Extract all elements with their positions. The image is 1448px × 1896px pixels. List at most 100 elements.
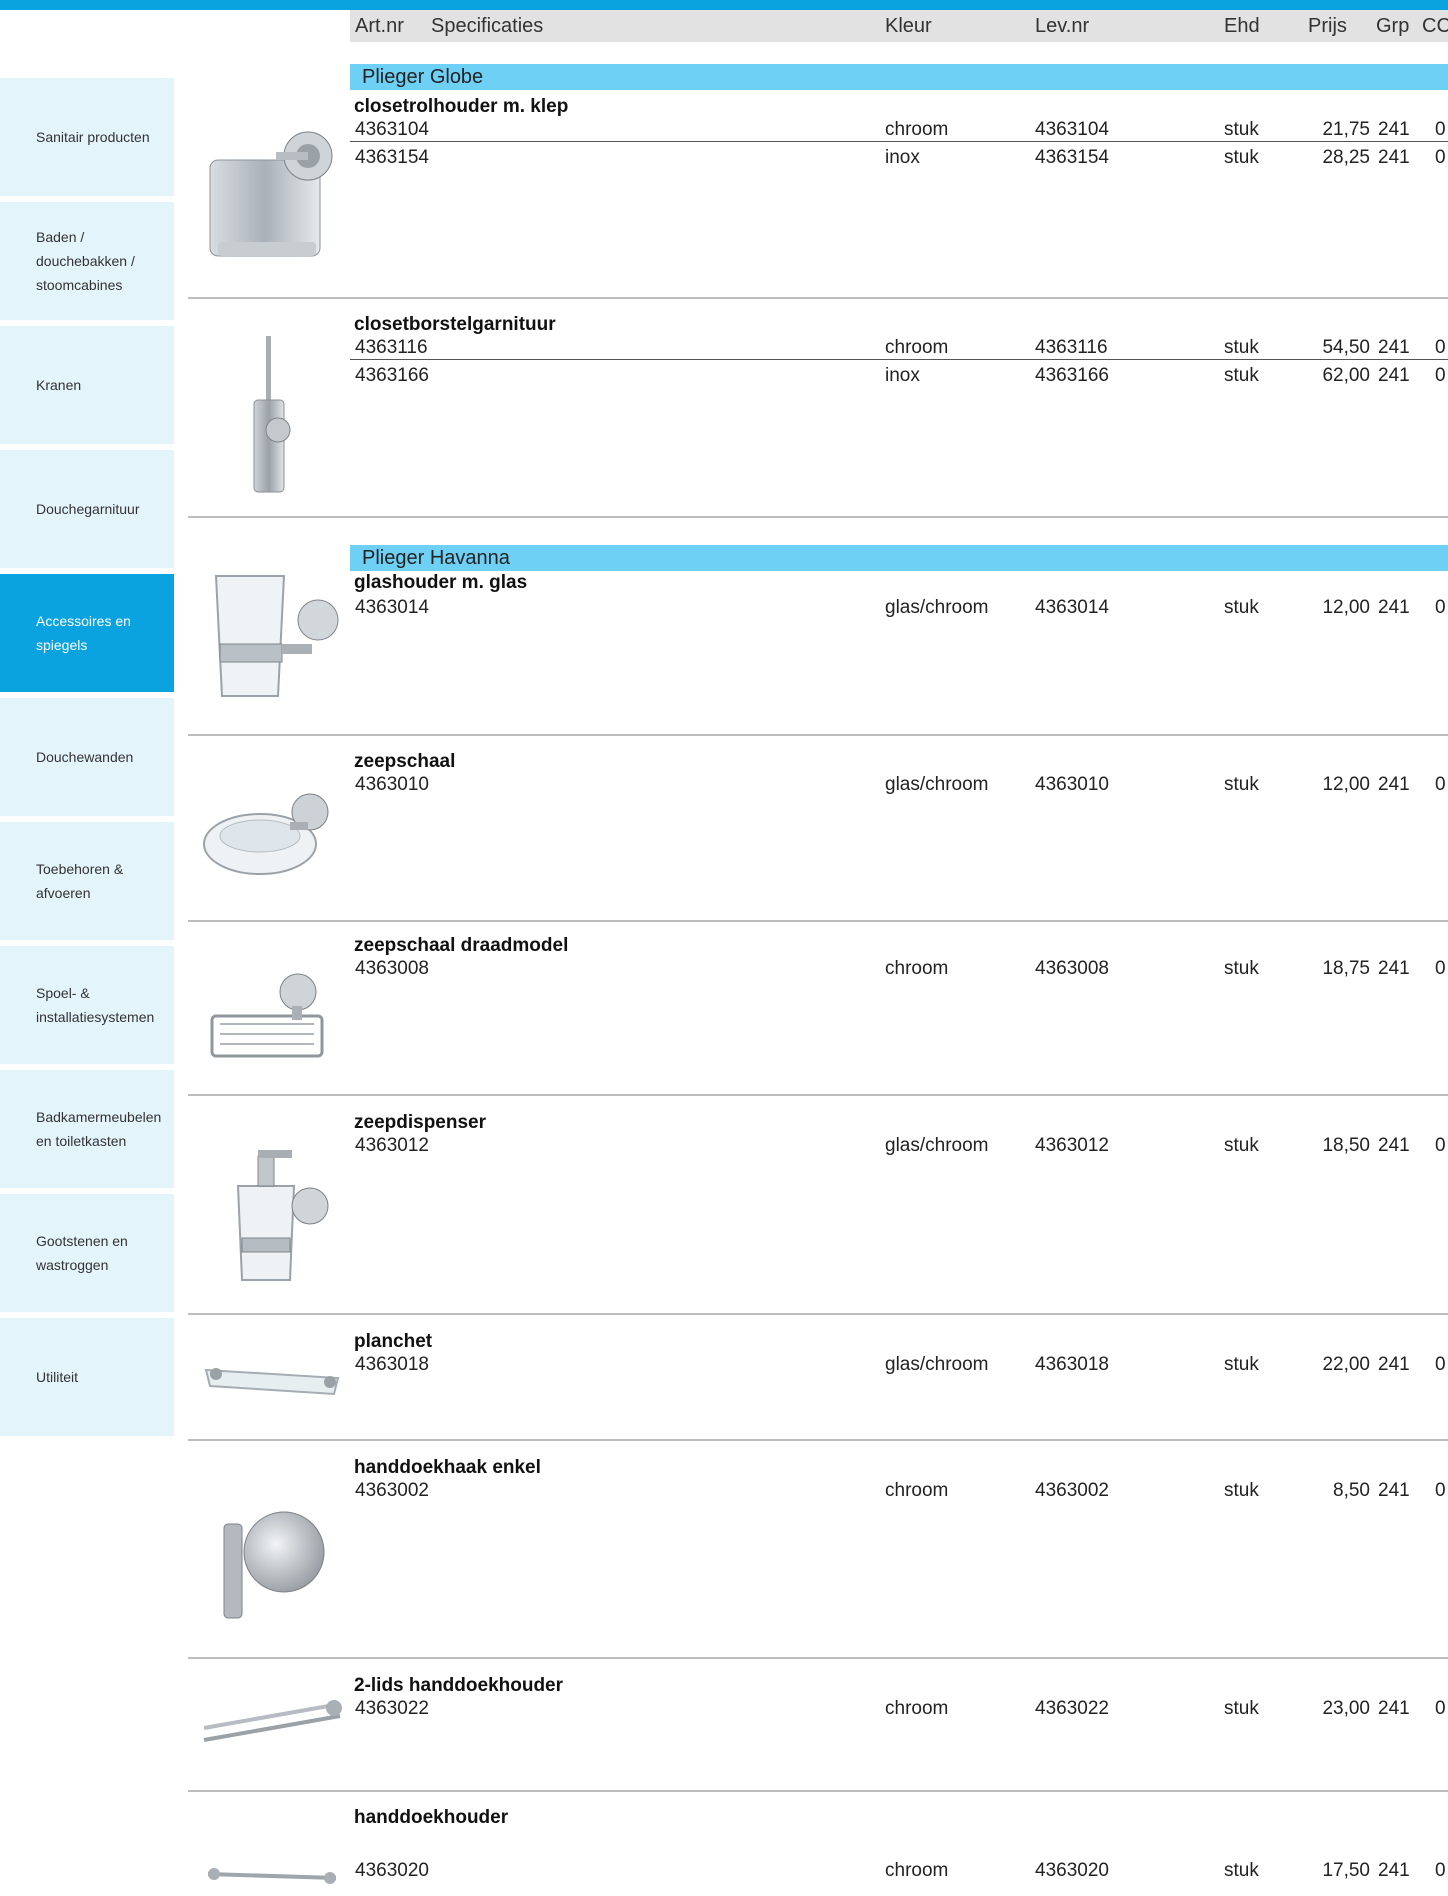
sidebar-item-douchegarnituur[interactable]: Douchegarnituur: [0, 450, 174, 568]
lev-nr: 4363116: [1035, 337, 1108, 358]
table-row[interactable]: 4363002 chroom 4363002 stuk 8,50 241 0: [350, 1479, 1448, 1503]
table-row[interactable]: 4363008 chroom 4363008 stuk 18,75 241 0: [350, 957, 1448, 981]
col-art-nr: Art.nr: [355, 15, 404, 37]
divider: [188, 1439, 1448, 1441]
sidebar-item-badkamermeubelen[interactable]: Badkamermeubelen en toiletkasten: [0, 1070, 174, 1188]
col-cc: CC: [1422, 15, 1448, 37]
soap-dispenser-image: [198, 1130, 346, 1290]
grp: 241: [1378, 1860, 1410, 1881]
product-title: glashouder m. glas: [354, 572, 528, 593]
prijs: 18,75: [1322, 958, 1370, 979]
ehd: stuk: [1224, 1860, 1259, 1881]
kleur: chroom: [885, 1480, 949, 1501]
lev-nr: 4363018: [1035, 1354, 1109, 1375]
cc: 0: [1435, 1698, 1446, 1719]
art-nr: 4363012: [355, 1135, 429, 1156]
product-title: zeepschaal: [354, 751, 456, 772]
ehd: stuk: [1224, 1354, 1259, 1375]
cc: 0: [1435, 147, 1446, 168]
lev-nr: 4363020: [1035, 1860, 1109, 1881]
kleur: glas/chroom: [885, 597, 989, 618]
lev-nr: 4363014: [1035, 597, 1109, 618]
art-nr: 4363104: [355, 119, 429, 140]
product-title: zeepdispenser: [354, 1112, 486, 1133]
grp: 241: [1378, 1480, 1410, 1501]
lev-nr: 4363166: [1035, 365, 1109, 386]
art-nr: 4363154: [355, 147, 429, 168]
lev-nr: 4363012: [1035, 1135, 1109, 1156]
table-row[interactable]: 4363018 glas/chroom 4363018 stuk 22,00 2…: [350, 1353, 1448, 1377]
table-row[interactable]: 4363010 glas/chroom 4363010 stuk 12,00 2…: [350, 773, 1448, 797]
prijs: 18,50: [1322, 1135, 1370, 1156]
sidebar-item-kranen[interactable]: Kranen: [0, 326, 174, 444]
prijs: 17,50: [1322, 1860, 1370, 1881]
prijs: 12,00: [1322, 597, 1370, 618]
table-row[interactable]: 4363014 glas/chroom 4363014 stuk 12,00 2…: [350, 596, 1448, 620]
product-title: handdoekhaak enkel: [354, 1457, 541, 1478]
sidebar-item-toebehoren[interactable]: Toebehoren & afvoeren: [0, 822, 174, 940]
divider: [188, 1657, 1448, 1659]
ehd: stuk: [1224, 337, 1259, 358]
ehd: stuk: [1224, 1135, 1259, 1156]
grp: 241: [1378, 958, 1410, 979]
art-nr: 4363002: [355, 1480, 429, 1501]
sidebar-item-baden[interactable]: Baden / douchebakken / stoomcabines: [0, 202, 174, 320]
ehd: stuk: [1224, 958, 1259, 979]
toilet-brush-holder-image: [198, 330, 346, 500]
kleur: chroom: [885, 1698, 949, 1719]
col-ehd: Ehd: [1224, 15, 1260, 37]
art-nr: 4363010: [355, 774, 429, 795]
sidebar-item-utiliteit[interactable]: Utiliteit: [0, 1318, 174, 1436]
grp: 241: [1378, 337, 1410, 358]
sidebar-item-spoel[interactable]: Spoel- & installatiesystemen: [0, 946, 174, 1064]
kleur: chroom: [885, 1860, 949, 1881]
art-nr: 4363020: [355, 1860, 429, 1881]
column-header: Art.nr Specificaties Kleur Lev.nr Ehd Pr…: [350, 10, 1448, 42]
section-title: Plieger Globe: [350, 64, 1448, 90]
kleur: inox: [885, 147, 920, 168]
sidebar-item-sanitair[interactable]: Sanitair producten: [0, 78, 174, 196]
kleur: glas/chroom: [885, 1354, 989, 1375]
kleur: glas/chroom: [885, 1135, 989, 1156]
col-prijs: Prijs: [1308, 15, 1347, 37]
grp: 241: [1378, 119, 1410, 140]
divider: [188, 297, 1448, 299]
grp: 241: [1378, 1698, 1410, 1719]
table-row[interactable]: 4363154 inox 4363154 stuk 28,25 241 0: [350, 146, 1448, 170]
table-row[interactable]: 4363020 chroom 4363020 stuk 17,50 241 0: [350, 1859, 1448, 1883]
sidebar-item-douchewanden[interactable]: Douchewanden: [0, 698, 174, 816]
glass-shelf-image: [198, 1348, 346, 1412]
prijs: 23,00: [1322, 1698, 1370, 1719]
cc: 0: [1435, 1354, 1446, 1375]
cc: 0: [1435, 119, 1446, 140]
prijs: 12,00: [1322, 774, 1370, 795]
ehd: stuk: [1224, 597, 1259, 618]
cc: 0: [1435, 1480, 1446, 1501]
ehd: stuk: [1224, 119, 1259, 140]
sidebar-item-gootstenen[interactable]: Gootstenen en wastroggen: [0, 1194, 174, 1312]
col-kleur: Kleur: [885, 15, 932, 37]
table-row[interactable]: 4363022 chroom 4363022 stuk 23,00 241 0: [350, 1697, 1448, 1721]
art-nr: 4363014: [355, 597, 429, 618]
table-row[interactable]: 4363166 inox 4363166 stuk 62,00 241 0: [350, 364, 1448, 388]
kleur: chroom: [885, 119, 949, 140]
table-row[interactable]: 4363116 chroom 4363116 stuk 54,50 241 0: [350, 336, 1448, 360]
col-specificaties: Specificaties: [431, 15, 544, 37]
kleur: chroom: [885, 337, 949, 358]
top-accent-bar: [0, 0, 1448, 10]
prijs: 62,00: [1322, 365, 1370, 386]
grp: 241: [1378, 597, 1410, 618]
cc: 0: [1435, 1860, 1446, 1881]
divider: [188, 1790, 1448, 1792]
table-row[interactable]: 4363104 chroom 4363104 stuk 21,75 241 0: [350, 118, 1448, 142]
table-row[interactable]: 4363012 glas/chroom 4363012 stuk 18,50 2…: [350, 1134, 1448, 1158]
cc: 0: [1435, 597, 1446, 618]
kleur: glas/chroom: [885, 774, 989, 795]
art-nr: 4363018: [355, 1354, 429, 1375]
col-lev-nr: Lev.nr: [1035, 15, 1090, 37]
sidebar-item-accessoires[interactable]: Accessoires en spiegels: [0, 574, 174, 692]
towel-hook-image: [198, 1478, 346, 1628]
towel-rail-image: [198, 1860, 346, 1890]
divider: [188, 1313, 1448, 1315]
lev-nr: 4363022: [1035, 1698, 1109, 1719]
